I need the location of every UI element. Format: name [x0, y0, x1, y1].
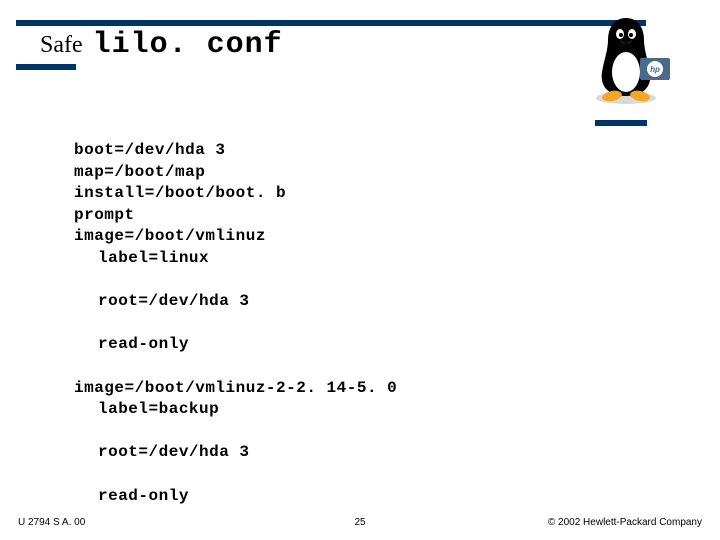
- divider-right: [595, 120, 647, 126]
- config-line: root=/dev/hda 3: [74, 442, 397, 464]
- config-line: install=/boot/boot. b: [74, 184, 286, 202]
- config-line: label=linux: [74, 248, 397, 270]
- slide-title: Safe lilo. conf: [40, 28, 283, 62]
- svg-text:hp: hp: [650, 65, 660, 74]
- title-main: lilo. conf: [93, 28, 283, 62]
- divider-left: [16, 64, 76, 70]
- config-line: label=backup: [74, 399, 397, 421]
- config-text-block: boot=/dev/hda 3 map=/boot/map install=/b…: [74, 140, 397, 529]
- config-line: map=/boot/map: [74, 163, 205, 181]
- config-line: root=/dev/hda 3: [74, 291, 397, 313]
- title-prefix: Safe: [40, 32, 83, 59]
- config-line: image=/boot/vmlinuz: [74, 227, 266, 245]
- config-line: read-only: [74, 486, 397, 508]
- config-line: read-only: [74, 334, 397, 356]
- hp-logo-icon: hp: [640, 58, 670, 80]
- slide-header: Safe lilo. conf hp: [0, 0, 720, 130]
- config-line: prompt: [74, 206, 135, 224]
- divider-top: [16, 20, 646, 26]
- config-line: boot=/dev/hda 3: [74, 141, 226, 159]
- footer-copyright: © 2002 Hewlett-Packard Company: [548, 517, 702, 528]
- config-line: image=/boot/vmlinuz-2-2. 14-5. 0: [74, 379, 397, 397]
